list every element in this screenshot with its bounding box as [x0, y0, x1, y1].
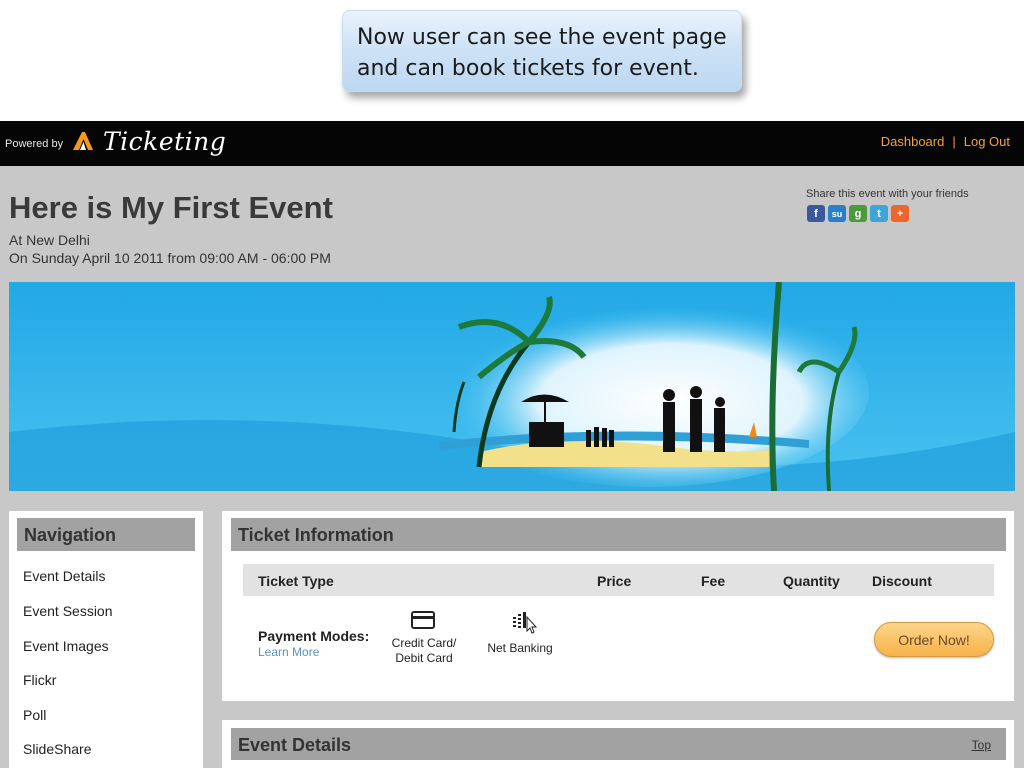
- callout-line-1: Now user can see the event page: [357, 25, 727, 50]
- net-banking-icon: [513, 612, 538, 634]
- event-location: At New Delhi: [9, 232, 90, 248]
- nav-item-poll[interactable]: Poll: [23, 707, 46, 723]
- event-datetime: On Sunday April 10 2011 from 09:00 AM - …: [9, 250, 331, 266]
- net-banking-label: Net Banking: [487, 641, 553, 655]
- share-icons: f su g t +: [807, 205, 909, 222]
- credit-card-icon: [411, 611, 435, 629]
- ticket-information-panel: Ticket Information Ticket Type Price Fee…: [222, 511, 1014, 701]
- payment-modes-label: Payment Modes:: [258, 628, 370, 644]
- order-now-button[interactable]: Order Now!: [874, 622, 994, 657]
- navigation-title: Navigation: [24, 525, 117, 545]
- nav-item-slideshare[interactable]: SlideShare: [23, 741, 92, 757]
- ticket-information-title: Ticket Information: [238, 525, 394, 545]
- top-link[interactable]: Top: [972, 738, 991, 752]
- addthis-icon[interactable]: +: [891, 205, 909, 222]
- event-details-header: Event Details Top: [231, 728, 1006, 760]
- share-text: Share this event with your friends: [806, 188, 969, 200]
- stumbleupon-icon[interactable]: su: [828, 205, 846, 222]
- col-discount: Discount: [872, 573, 932, 589]
- nav-item-event-images[interactable]: Event Images: [23, 638, 109, 654]
- learn-more-link[interactable]: Learn More: [258, 645, 319, 659]
- col-ticket-type: Ticket Type: [258, 573, 334, 589]
- ticket-table-header: Ticket Type Price Fee Quantity Discount: [243, 564, 994, 596]
- twitter-icon[interactable]: t: [870, 205, 888, 222]
- header-links: Dashboard | Log Out: [881, 134, 1010, 149]
- event-details-panel: Event Details Top: [222, 720, 1014, 768]
- ticketing-logo-icon: [73, 132, 93, 150]
- credit-card-line-2: Debit Card: [395, 651, 453, 665]
- nav-item-flickr[interactable]: Flickr: [23, 672, 56, 688]
- nav-item-event-session[interactable]: Event Session: [23, 603, 113, 619]
- col-quantity: Quantity: [783, 573, 840, 589]
- col-fee: Fee: [701, 573, 726, 589]
- link-separator: |: [952, 134, 956, 149]
- navigation-panel: Navigation Event Details Event Session E…: [9, 511, 203, 768]
- credit-card-label: Credit Card/ Debit Card: [384, 636, 464, 666]
- brand-name: Ticketing: [103, 127, 227, 156]
- facebook-icon[interactable]: f: [807, 205, 825, 222]
- logout-link[interactable]: Log Out: [964, 134, 1010, 149]
- event-title: Here is My First Event: [9, 190, 333, 225]
- event-details-title: Event Details: [238, 735, 352, 755]
- google-icon[interactable]: g: [849, 205, 867, 222]
- col-price: Price: [597, 573, 632, 589]
- event-banner-image: [9, 282, 1015, 491]
- navigation-header: Navigation: [17, 518, 195, 551]
- dashboard-link[interactable]: Dashboard: [881, 134, 945, 149]
- nav-item-event-details[interactable]: Event Details: [23, 568, 105, 584]
- credit-card-line-1: Credit Card/: [391, 636, 457, 650]
- callout-line-2: and can book tickets for event.: [357, 56, 699, 81]
- powered-by-text: Powered by: [5, 138, 64, 150]
- instruction-callout: Now user can see the event page and can …: [342, 10, 742, 92]
- ticket-information-header: Ticket Information: [231, 518, 1006, 551]
